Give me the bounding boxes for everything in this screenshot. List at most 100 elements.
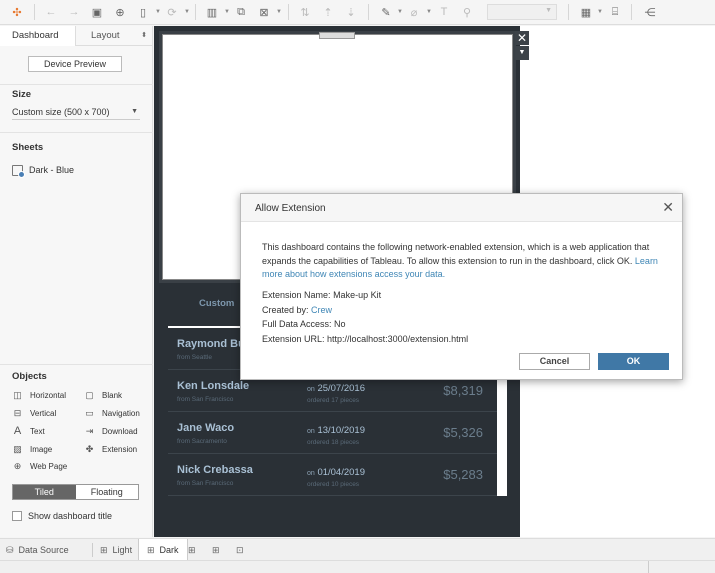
sort-ascending-icon[interactable]: ⇡ bbox=[320, 4, 336, 20]
object-label: Navigation bbox=[102, 408, 140, 418]
show-me-caret-icon[interactable]: ▼ bbox=[597, 9, 603, 15]
new-story-tab-icon[interactable]: ⊡ bbox=[236, 539, 244, 561]
customer-name: Raymond Bu bbox=[177, 338, 245, 350]
pause-updates-caret-icon[interactable]: ▼ bbox=[155, 9, 161, 15]
highlight-caret-icon[interactable]: ▼ bbox=[397, 9, 403, 15]
tab-data-source[interactable]: ⛁ Data Source bbox=[6, 539, 69, 561]
show-title-checkbox[interactable]: Show dashboard title bbox=[12, 511, 112, 521]
size-dropdown[interactable]: Custom size (500 x 700) ▼ bbox=[12, 104, 140, 120]
list-item[interactable]: Nick Crebassa from San Francisco on 01/0… bbox=[168, 454, 497, 496]
pieces-prefix: ordered bbox=[307, 439, 330, 446]
sheet-item[interactable]: Dark - Blue bbox=[12, 163, 74, 178]
group-caret-icon[interactable]: ▼ bbox=[426, 9, 432, 15]
swap-icon[interactable]: ⇅ bbox=[297, 4, 313, 20]
share-icon[interactable]: ⋲ bbox=[642, 4, 658, 20]
object-label: Vertical bbox=[30, 408, 57, 418]
close-icon[interactable]: ✕ bbox=[662, 200, 674, 214]
extension-url-line: Extension URL: http://localhost:3000/ext… bbox=[262, 334, 468, 344]
move-handle[interactable] bbox=[319, 32, 355, 39]
sort-descending-icon[interactable]: ⇣ bbox=[343, 4, 359, 20]
customer-name: Jane Waco bbox=[177, 422, 235, 434]
object-label: Download bbox=[102, 426, 138, 436]
new-worksheet-tab-icon[interactable]: ⊞ bbox=[188, 539, 196, 561]
date-prefix: on bbox=[307, 428, 315, 435]
cancel-button[interactable]: Cancel bbox=[519, 353, 590, 370]
show-me-icon[interactable]: ▦ bbox=[578, 4, 594, 20]
customer-city: from San Francisco bbox=[177, 480, 234, 487]
list-item[interactable]: Jane Waco from Sacramento on 13/10/2019 … bbox=[168, 412, 497, 454]
refresh-caret-icon[interactable]: ▼ bbox=[184, 9, 190, 15]
device-preview-button[interactable]: Device Preview bbox=[28, 56, 122, 72]
fix-axes-icon[interactable]: ⚲ bbox=[459, 4, 475, 20]
created-by-link[interactable]: Crew bbox=[311, 305, 332, 315]
allow-extension-dialog: Allow Extension ✕ This dashboard contain… bbox=[240, 193, 683, 380]
extension-url-value: http://localhost:3000/extension.html bbox=[327, 334, 469, 344]
toolbar-divider bbox=[568, 4, 569, 20]
data-access-label: Full Data Access: bbox=[262, 319, 332, 329]
navigation-icon: ▭ bbox=[85, 407, 94, 418]
tab-dashboard[interactable]: Dashboard bbox=[0, 26, 76, 46]
pause-updates-icon[interactable]: ▯ bbox=[135, 4, 151, 20]
tab-layout[interactable]: Layout ⬍ bbox=[77, 26, 153, 46]
chevron-down-icon: ▼ bbox=[545, 7, 552, 14]
order-pieces: ordered 10 pieces bbox=[307, 481, 359, 488]
tab-label: Dark bbox=[159, 545, 179, 555]
more-options-caret-icon[interactable]: ▼ bbox=[515, 46, 529, 60]
object-label: Horizontal bbox=[30, 390, 67, 400]
clear-sheet-caret-icon[interactable]: ▼ bbox=[276, 9, 282, 15]
worksheet-icon bbox=[12, 164, 25, 178]
group-icon[interactable]: ⌀ bbox=[406, 4, 422, 20]
order-date: on 25/07/2016 bbox=[307, 383, 365, 394]
extension-name-value: Make-up Kit bbox=[333, 290, 382, 300]
new-worksheet-icon: ⊞ bbox=[188, 544, 196, 555]
highlight-icon[interactable]: ✎ bbox=[378, 4, 394, 20]
undo-icon[interactable]: ← bbox=[43, 4, 59, 20]
dialog-header: Allow Extension ✕ bbox=[241, 194, 682, 222]
tab-light[interactable]: ⊞ Light bbox=[100, 539, 132, 561]
order-pieces: ordered 18 pieces bbox=[307, 439, 359, 446]
date-value: 13/10/2019 bbox=[317, 425, 365, 436]
object-navigation[interactable]: ▭ Navigation bbox=[84, 407, 140, 419]
order-pieces: ordered 17 pieces bbox=[307, 397, 359, 404]
date-prefix: on bbox=[307, 386, 315, 393]
clear-sheet-icon[interactable]: ⊠ bbox=[256, 4, 272, 20]
new-worksheet-icon[interactable]: ▥ bbox=[204, 4, 220, 20]
new-worksheet-caret-icon[interactable]: ▼ bbox=[224, 9, 230, 15]
updown-arrows-icon: ⬍ bbox=[141, 32, 147, 39]
duplicate-sheet-icon[interactable]: ⧉ bbox=[233, 4, 249, 20]
presentation-icon[interactable]: ⌸ bbox=[607, 4, 623, 20]
object-download[interactable]: ⇥ Download bbox=[84, 425, 138, 437]
object-text[interactable]: A Text bbox=[12, 425, 45, 437]
order-amount: $5,326 bbox=[443, 425, 483, 440]
object-horizontal[interactable]: ◫ Horizontal bbox=[12, 389, 66, 401]
new-dashboard-tab-icon[interactable]: ⊞ bbox=[212, 539, 220, 561]
pieces-value: 18 bbox=[331, 439, 339, 446]
object-label: Text bbox=[30, 426, 45, 436]
tab-dark[interactable]: ⊞ Dark bbox=[138, 539, 188, 561]
object-web-page[interactable]: ⊕ Web Page bbox=[12, 460, 68, 472]
date-prefix: on bbox=[307, 470, 315, 477]
fit-dropdown[interactable]: ▼ bbox=[487, 4, 557, 20]
labels-icon[interactable]: T bbox=[436, 4, 452, 20]
tiled-button[interactable]: Tiled bbox=[13, 485, 76, 499]
dialog-title: Allow Extension bbox=[255, 203, 326, 214]
floating-button[interactable]: Floating bbox=[75, 485, 138, 499]
object-vertical[interactable]: ⊟ Vertical bbox=[12, 407, 57, 419]
dialog-message: This dashboard contains the following ne… bbox=[262, 241, 662, 282]
image-icon: ▨ bbox=[13, 443, 22, 454]
extension-name-line: Extension Name: Make-up Kit bbox=[262, 290, 381, 300]
close-icon[interactable]: ✕ bbox=[515, 31, 529, 45]
status-bar bbox=[0, 560, 715, 573]
ok-button[interactable]: OK bbox=[598, 353, 669, 370]
new-datasource-icon[interactable]: ⊕ bbox=[112, 4, 128, 20]
redo-icon[interactable]: → bbox=[66, 4, 82, 20]
object-extension[interactable]: ✤ Extension bbox=[84, 443, 137, 455]
tableau-logo-icon[interactable]: ✣ bbox=[9, 4, 25, 20]
object-image[interactable]: ▨ Image bbox=[12, 443, 52, 455]
save-icon[interactable]: ▣ bbox=[89, 4, 105, 20]
blank-icon: ▢ bbox=[85, 389, 94, 400]
refresh-icon[interactable]: ⟳ bbox=[164, 4, 180, 20]
date-value: 25/07/2016 bbox=[317, 383, 365, 394]
object-blank[interactable]: ▢ Blank bbox=[84, 389, 122, 401]
divider bbox=[0, 132, 153, 133]
